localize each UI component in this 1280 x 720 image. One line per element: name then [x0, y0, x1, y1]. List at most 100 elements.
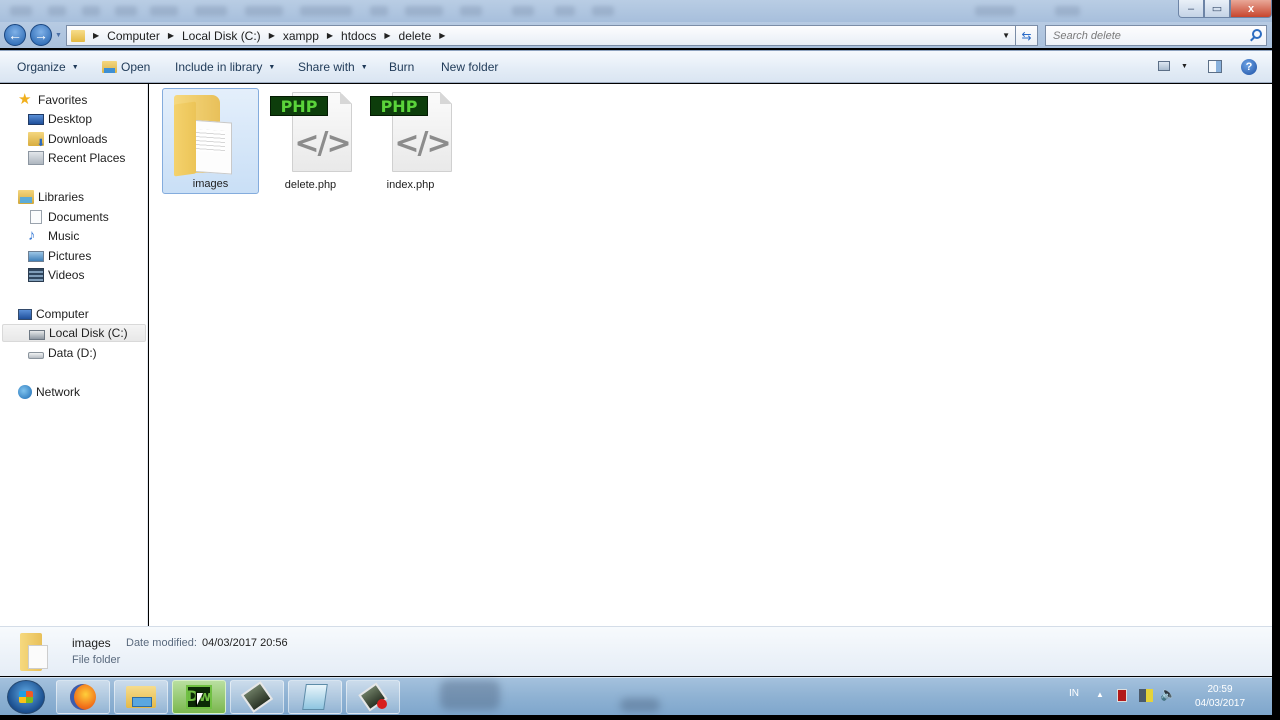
taskbar-windows-explorer[interactable]: [114, 680, 168, 714]
notepad-icon: [302, 684, 328, 710]
sidebar-item-label: Desktop: [48, 112, 93, 126]
language-indicator[interactable]: IN: [1069, 688, 1079, 699]
file-item-index-php[interactable]: PHP </> index.php: [362, 88, 459, 194]
change-view-icon[interactable]: [1158, 61, 1170, 71]
breadcrumb-delete[interactable]: delete: [399, 29, 432, 43]
recent-pages-dropdown[interactable]: ▼: [55, 32, 62, 39]
sidebar-item-data-drive[interactable]: Data (D:): [28, 344, 97, 362]
sidebar-item-favorites[interactable]: ★ Favorites: [18, 91, 87, 109]
organize-button[interactable]: Organize ▼: [17, 60, 79, 74]
close-button[interactable]: x: [1230, 0, 1272, 18]
blurred-menu: [48, 6, 66, 16]
new-folder-label: New folder: [441, 60, 499, 74]
blurred-menu: [150, 6, 178, 16]
file-item-delete-php[interactable]: PHP </> delete.php: [262, 88, 359, 194]
screen-border: [1272, 0, 1280, 720]
sidebar-item-videos[interactable]: Videos: [28, 266, 84, 284]
php-file-icon: PHP </>: [270, 92, 352, 174]
blurred-menu: [300, 6, 352, 16]
blurred-icon: [512, 6, 534, 16]
forward-button[interactable]: →: [30, 24, 52, 46]
downloads-icon: [28, 132, 45, 149]
breadcrumb-separator[interactable]: ▶: [439, 31, 445, 40]
blurred-menu: [82, 6, 100, 16]
taskbar-notepad[interactable]: [288, 680, 342, 714]
date-modified-label: Date modified:: [126, 637, 197, 649]
preview-pane-icon[interactable]: [1208, 60, 1222, 73]
sidebar-item-label: Network: [36, 385, 81, 399]
new-folder-button[interactable]: New folder: [441, 60, 498, 74]
sidebar-item-label: Recent Places: [48, 151, 126, 165]
show-hidden-icons-button[interactable]: ▲: [1096, 690, 1104, 699]
volume-icon[interactable]: 🔈: [1160, 686, 1176, 702]
sidebar-item-documents[interactable]: Documents: [28, 208, 109, 226]
details-name: images: [72, 636, 111, 650]
breadcrumb-separator[interactable]: ▶: [384, 31, 390, 40]
file-name: delete.php: [284, 179, 337, 191]
breadcrumb-htdocs[interactable]: htdocs: [341, 29, 376, 43]
breadcrumb-local-disk[interactable]: Local Disk (C:): [182, 29, 261, 43]
breadcrumb-separator[interactable]: ▶: [168, 31, 174, 40]
navigation-bar: ← → ▼ ▶ Computer ▶ Local Disk (C:) ▶ xam…: [0, 22, 1272, 48]
include-in-library-label: Include in library: [175, 60, 263, 74]
pictures-icon: [28, 250, 44, 262]
breadcrumb-separator[interactable]: ▶: [93, 31, 99, 40]
sidebar-item-network[interactable]: Network: [18, 383, 80, 401]
sidebar-item-local-disk[interactable]: Local Disk (C:): [2, 324, 146, 342]
search-box[interactable]: [1045, 25, 1267, 46]
sidebar-item-downloads[interactable]: Downloads: [28, 130, 108, 149]
sidebar-item-pictures[interactable]: Pictures: [28, 247, 91, 265]
sidebar-item-libraries[interactable]: Libraries: [18, 188, 84, 206]
folder-icon: [174, 95, 236, 177]
maximize-button[interactable]: ▭: [1204, 0, 1230, 18]
clock[interactable]: 20:59 04/03/2017: [1190, 683, 1250, 711]
taskbar-firefox[interactable]: [56, 680, 110, 714]
command-bar: Organize ▼ Open Include in library ▼ Sha…: [0, 50, 1272, 83]
blurred-text: [975, 6, 1015, 16]
share-with-button[interactable]: Share with ▼: [298, 60, 368, 74]
taskbar-app[interactable]: [230, 680, 284, 714]
minimize-button[interactable]: –: [1178, 0, 1204, 18]
start-button[interactable]: [7, 680, 45, 714]
search-input[interactable]: [1053, 29, 1243, 42]
address-history-dropdown[interactable]: ▼: [1002, 31, 1010, 40]
php-tag: PHP: [270, 96, 328, 116]
sidebar-item-computer[interactable]: Computer: [18, 305, 89, 323]
breadcrumb-computer[interactable]: Computer: [107, 29, 160, 43]
breadcrumb-separator[interactable]: ▶: [269, 31, 275, 40]
network-icon: [18, 385, 32, 399]
open-button[interactable]: Open: [102, 60, 150, 74]
power-icon[interactable]: [1117, 689, 1127, 702]
screen-border: [0, 715, 1280, 720]
refresh-icon: ⇆: [1021, 28, 1032, 43]
sidebar-item-music[interactable]: ♪ Music: [28, 227, 79, 245]
breadcrumb-xampp[interactable]: xampp: [283, 29, 319, 43]
sidebar-item-desktop[interactable]: Desktop: [28, 110, 92, 128]
chevron-down-icon: ▼: [71, 63, 79, 71]
breadcrumb-separator[interactable]: ▶: [327, 31, 333, 40]
sidebar-item-recent-places[interactable]: Recent Places: [28, 149, 125, 167]
address-bar[interactable]: ▶ Computer ▶ Local Disk (C:) ▶ xampp ▶ h…: [66, 25, 1016, 46]
help-icon[interactable]: ?: [1241, 59, 1257, 75]
taskbar-app-2[interactable]: [346, 680, 400, 714]
refresh-button[interactable]: ⇆: [1016, 25, 1038, 46]
burn-button[interactable]: Burn: [389, 60, 414, 74]
clock-date: 04/03/2017: [1194, 698, 1246, 709]
file-name: images: [192, 178, 229, 190]
network-warning-icon[interactable]: [1139, 689, 1153, 702]
file-item-images[interactable]: images: [162, 88, 259, 194]
sidebar-item-label: Local Disk (C:): [49, 326, 128, 340]
include-in-library-button[interactable]: Include in library ▼: [175, 60, 275, 74]
sidebar-item-label: Downloads: [48, 132, 108, 146]
wallpaper-detail: [440, 680, 500, 710]
view-options-dropdown[interactable]: ▼: [1181, 63, 1188, 70]
details-type: File folder: [72, 654, 121, 666]
back-button[interactable]: ←: [4, 24, 26, 46]
drive-icon: [28, 352, 44, 359]
search-icon[interactable]: [1252, 29, 1262, 39]
clock-time: 20:59: [1207, 684, 1233, 695]
blurred-menu: [195, 6, 227, 16]
sidebar-item-label: Data (D:): [48, 346, 97, 360]
wallpaper-detail: [620, 698, 660, 712]
window-controls: – ▭ x: [1178, 0, 1272, 18]
